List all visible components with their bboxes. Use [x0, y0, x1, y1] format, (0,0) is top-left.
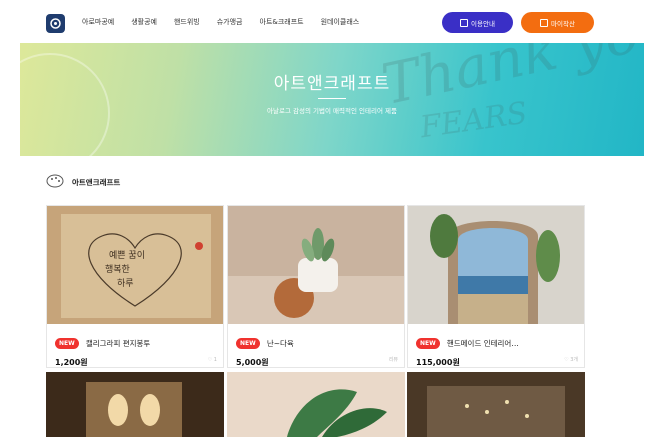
product-image [228, 206, 404, 324]
product-info: NEW 캘리그라피 편지봉투 1,200원 [55, 333, 219, 368]
new-badge: NEW [236, 338, 260, 349]
banner-subtitle: 아날로그 감성의 기법이 매력적인 인테리어 제품 [267, 107, 397, 115]
product-name[interactable]: 핸드메이드 인테리어… [447, 339, 519, 348]
nav-item-artcraft[interactable]: 아트&크래프트 [260, 17, 304, 27]
product-meta: ♡ 1 [207, 357, 217, 363]
product-meta: 리뷰 [388, 357, 398, 363]
product-name[interactable]: 캘리그라피 편지봉투 [86, 339, 150, 348]
product-info: NEW 난~다육 5,000원 [236, 333, 400, 368]
nav-item-living[interactable]: 생활공예 [131, 17, 157, 27]
new-badge: NEW [416, 338, 440, 349]
palette-icon [46, 174, 64, 188]
nav-item-sugar[interactable]: 슈가앵금 [217, 17, 243, 27]
guide-icon [460, 18, 469, 27]
product-price: 115,000원 [416, 358, 460, 367]
nav-item-aroma[interactable]: 아로마공예 [82, 17, 114, 27]
guide-button-label: 이용안내 [471, 19, 495, 28]
section-title: 아트앤크래프트 [72, 178, 121, 187]
product-card-partial[interactable] [46, 372, 224, 437]
product-price: 1,200원 [55, 358, 88, 367]
product-image: 예쁜 꿈이 행복한 하루 [47, 206, 223, 324]
main-nav: 아로마공예 생활공예 핸드위빙 슈가앵금 아트&크래프트 원데이클래스 [82, 17, 376, 27]
product-image [287, 389, 387, 437]
product-card[interactable]: NEW 핸드메이드 인테리어… 115,000원 ♡ 3개 [407, 205, 585, 368]
mypage-button-label: 마이작산 [551, 19, 575, 28]
document-icon [540, 18, 549, 27]
product-image [86, 382, 182, 437]
nav-item-oneday[interactable]: 원데이클래스 [321, 17, 360, 27]
logo[interactable] [46, 14, 65, 33]
logo-icon [50, 18, 61, 29]
product-info: NEW 핸드메이드 인테리어… 115,000원 [416, 333, 580, 368]
product-price: 5,000원 [236, 358, 269, 367]
product-card-partial[interactable] [227, 372, 405, 437]
product-image [408, 206, 584, 324]
product-image [427, 386, 565, 437]
product-card[interactable]: NEW 난~다육 5,000원 리뷰 [227, 205, 405, 368]
product-card-partial[interactable] [407, 372, 585, 437]
product-card[interactable]: 예쁜 꿈이 행복한 하루 NEW 캘리그라피 편지봉투 1,200원 ♡ 1 [46, 205, 224, 368]
category-banner: Thank you FEARS 아트앤크래프트 아날로그 감성의 기법이 매력적… [20, 43, 644, 156]
banner-divider [318, 98, 346, 99]
product-name[interactable]: 난~다육 [267, 339, 294, 348]
site-header: 아로마공예 생활공예 핸드위빙 슈가앵금 아트&크래프트 원데이클래스 이용안내… [0, 0, 663, 43]
banner-title: 아트앤크래프트 [273, 74, 391, 94]
nav-item-weaving[interactable]: 핸드위빙 [174, 17, 200, 27]
svg-text:행복한: 행복한 [105, 263, 130, 275]
svg-text:예쁜 꿈이: 예쁜 꿈이 [109, 250, 145, 261]
guide-button[interactable]: 이용안내 [442, 12, 513, 33]
svg-text:하루: 하루 [117, 278, 134, 289]
product-meta: ♡ 3개 [564, 357, 578, 363]
mypage-button[interactable]: 마이작산 [521, 12, 594, 33]
new-badge: NEW [55, 338, 79, 349]
